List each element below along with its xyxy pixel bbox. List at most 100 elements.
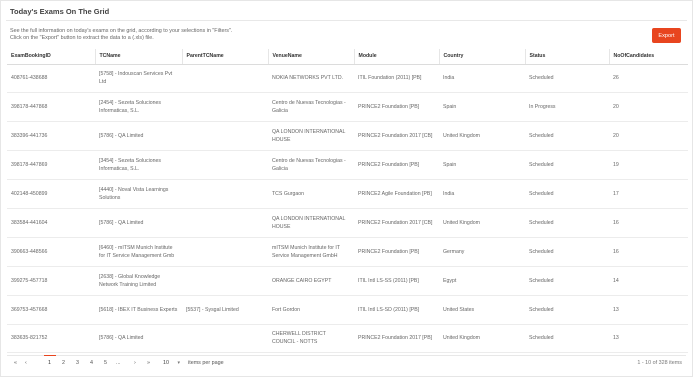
cell-status: Scheduled [525,295,609,325]
col-header-exam-booking-id[interactable]: ExamBookingID [7,49,95,65]
cell-parent-tc-name [182,64,268,94]
active-page-indicator [44,355,56,356]
table-header-row: ExamBookingID TCName ParentTCName VenueN… [7,49,688,65]
cell-country: United Kingdom [439,208,525,238]
table-row[interactable]: 398178-447869 [3454] - Sezeta Soluciones … [7,150,688,181]
cell-module: PRINCE2 Foundation 2017 [PB] [354,324,439,354]
cell-venue-name: QA LONDON INTERNATIONAL HOUSE [268,208,354,238]
description-line-2: Click on the "Export" button to extract … [10,35,154,41]
cell-no-of-candidates: 13 [609,295,688,325]
cell-tc-name: [5786] - QA Limited [95,121,182,152]
cell-venue-name: QA LONDON INTERNATIONAL HOUSE [268,121,354,152]
cell-parent-tc-name [182,150,268,181]
cell-exam-booking-id: 369753-457668 [7,295,95,325]
table-row[interactable]: 398178-447868 [2454] - Sezeta Soluciones … [7,92,688,123]
cell-parent-tc-name [182,92,268,123]
cell-status: Scheduled [525,64,609,94]
cell-module: ITIL Intl LS-SS (2011) [PB] [354,266,439,296]
cell-parent-tc-name [182,121,268,152]
page-4-button[interactable]: 4 [90,360,93,366]
table-body: 408761-438688 [5758] - Indouscan Services… [7,64,688,354]
cell-venue-name: mITSM Munich Institute for IT Service Ma… [268,237,354,267]
cell-exam-booking-id: 399275-457718 [7,266,95,296]
chevron-down-icon: ▾ [177,360,180,366]
panel-title: Today's Exams On The Grid [10,7,110,16]
table-row[interactable]: 390663-448566 [6460] - mITSM Munich Insti… [7,237,688,267]
cell-country: Egypt [439,266,525,296]
col-header-parent-tc-name[interactable]: ParentTCName [181,49,268,65]
more-pages-button[interactable]: ... [116,360,121,366]
cell-status: Scheduled [525,208,609,238]
col-header-status[interactable]: Status [524,49,609,65]
cell-module: ITIL Foundation (2011) [PB] [354,64,439,94]
cell-module: ITIL Intl LS-SD (2011) [PB] [354,295,439,325]
cell-module: PRINCE2 Foundation [PB] [354,150,439,181]
cell-parent-tc-name: [5537] - Sysgal Limited [182,295,268,325]
cell-exam-booking-id: 398178-447868 [7,92,95,123]
cell-tc-name: [4440] - Noval Vista Learnings Solutions [95,179,182,209]
cell-country: Spain [439,92,525,123]
cell-tc-name: [5786] - QA Limited [95,208,182,238]
page-2-button[interactable]: 2 [62,360,65,366]
cell-exam-booking-id: 408761-438688 [7,64,95,94]
table-row[interactable]: 369753-457668 [5618] - IBEX IT Business E… [7,295,688,325]
table-row[interactable]: 383635-821752 [5786] - QA Limited CHERWELL… [7,324,688,354]
cell-exam-booking-id: 402148-450899 [7,179,95,209]
cell-status: Scheduled [525,324,609,354]
cell-country: United Kingdom [439,121,525,152]
cell-parent-tc-name [182,237,268,267]
cell-tc-name: [2638] - Global Knowledge Network Traini… [95,266,182,296]
page-3-button[interactable]: 3 [76,360,79,366]
cell-module: PRINCE2 Foundation 2017 [CB] [354,121,439,152]
col-header-tc-name[interactable]: TCName [94,49,182,65]
cell-country: United Kingdom [439,324,525,354]
cell-module: PRINCE2 Foundation 2017 [CB] [354,208,439,238]
pagination-summary: 1 - 10 of 328 items [637,360,682,366]
col-header-module[interactable]: Module [353,49,439,65]
first-page-button[interactable]: « [14,360,17,366]
cell-status: Scheduled [525,237,609,267]
col-header-country[interactable]: Country [438,49,525,65]
cell-tc-name: [5786] - QA Limited [95,324,182,354]
page-5-button[interactable]: 5 [104,360,107,366]
cell-tc-name: [2454] - Sezeta Soluciones Informaticas,… [95,92,182,123]
col-header-venue-name[interactable]: VenueName [267,49,354,65]
table-row[interactable]: 399275-457718 [2638] - Global Knowledge N… [7,266,688,296]
cell-country: Spain [439,150,525,181]
panel-description: See the full information on today's exam… [10,28,350,42]
table-row[interactable]: 383396-441736 [5786] - QA Limited QA LONDO… [7,121,688,152]
cell-status: Scheduled [525,179,609,209]
cell-no-of-candidates: 20 [609,121,688,152]
cell-no-of-candidates: 20 [609,92,688,123]
cell-exam-booking-id: 383635-821752 [7,324,95,354]
cell-venue-name: NOKIA NETWORKS PVT LTD. [268,64,354,94]
cell-venue-name: Centro de Nuevas Tecnologias - Galicia [268,92,354,123]
cell-tc-name: [5618] - IBEX IT Business Experts [95,295,182,325]
page-size-select[interactable]: 10 ▾ [161,358,181,368]
cell-exam-booking-id: 390663-448566 [7,237,95,267]
cell-tc-name: [6460] - mITSM Munich Institute for IT S… [95,237,182,267]
title-divider [6,20,687,21]
cell-module: PRINCE2 Foundation [PB] [354,92,439,123]
cell-country: India [439,64,525,94]
cell-tc-name: [5758] - Indouscan Services Pvt Ltd [95,64,182,94]
cell-status: In Progress [525,92,609,123]
export-button[interactable]: Export [652,28,681,43]
exams-grid-panel: Today's Exams On The Grid See the full i… [0,0,693,377]
cell-no-of-candidates: 13 [609,324,688,354]
cell-exam-booking-id: 383396-441736 [7,121,95,152]
next-page-button[interactable]: › [134,360,136,366]
table-row[interactable]: 383584-441604 [5786] - QA Limited QA LONDO… [7,208,688,238]
cell-parent-tc-name [182,324,268,354]
cell-venue-name: Centro de Nuevas Tecnologias - Galicia [268,150,354,181]
cell-status: Scheduled [525,266,609,296]
table-row[interactable]: 408761-438688 [5758] - Indouscan Services… [7,64,688,94]
cell-status: Scheduled [525,150,609,181]
col-header-no-of-candidates[interactable]: NoOfCandidates [608,49,688,65]
table-row[interactable]: 402148-450899 [4440] - Noval Vista Learni… [7,179,688,209]
cell-exam-booking-id: 398178-447869 [7,150,95,181]
last-page-button[interactable]: » [147,360,150,366]
prev-page-button[interactable]: ‹ [25,360,27,366]
cell-exam-booking-id: 383584-441604 [7,208,95,238]
page-1-button[interactable]: 1 [48,360,51,366]
